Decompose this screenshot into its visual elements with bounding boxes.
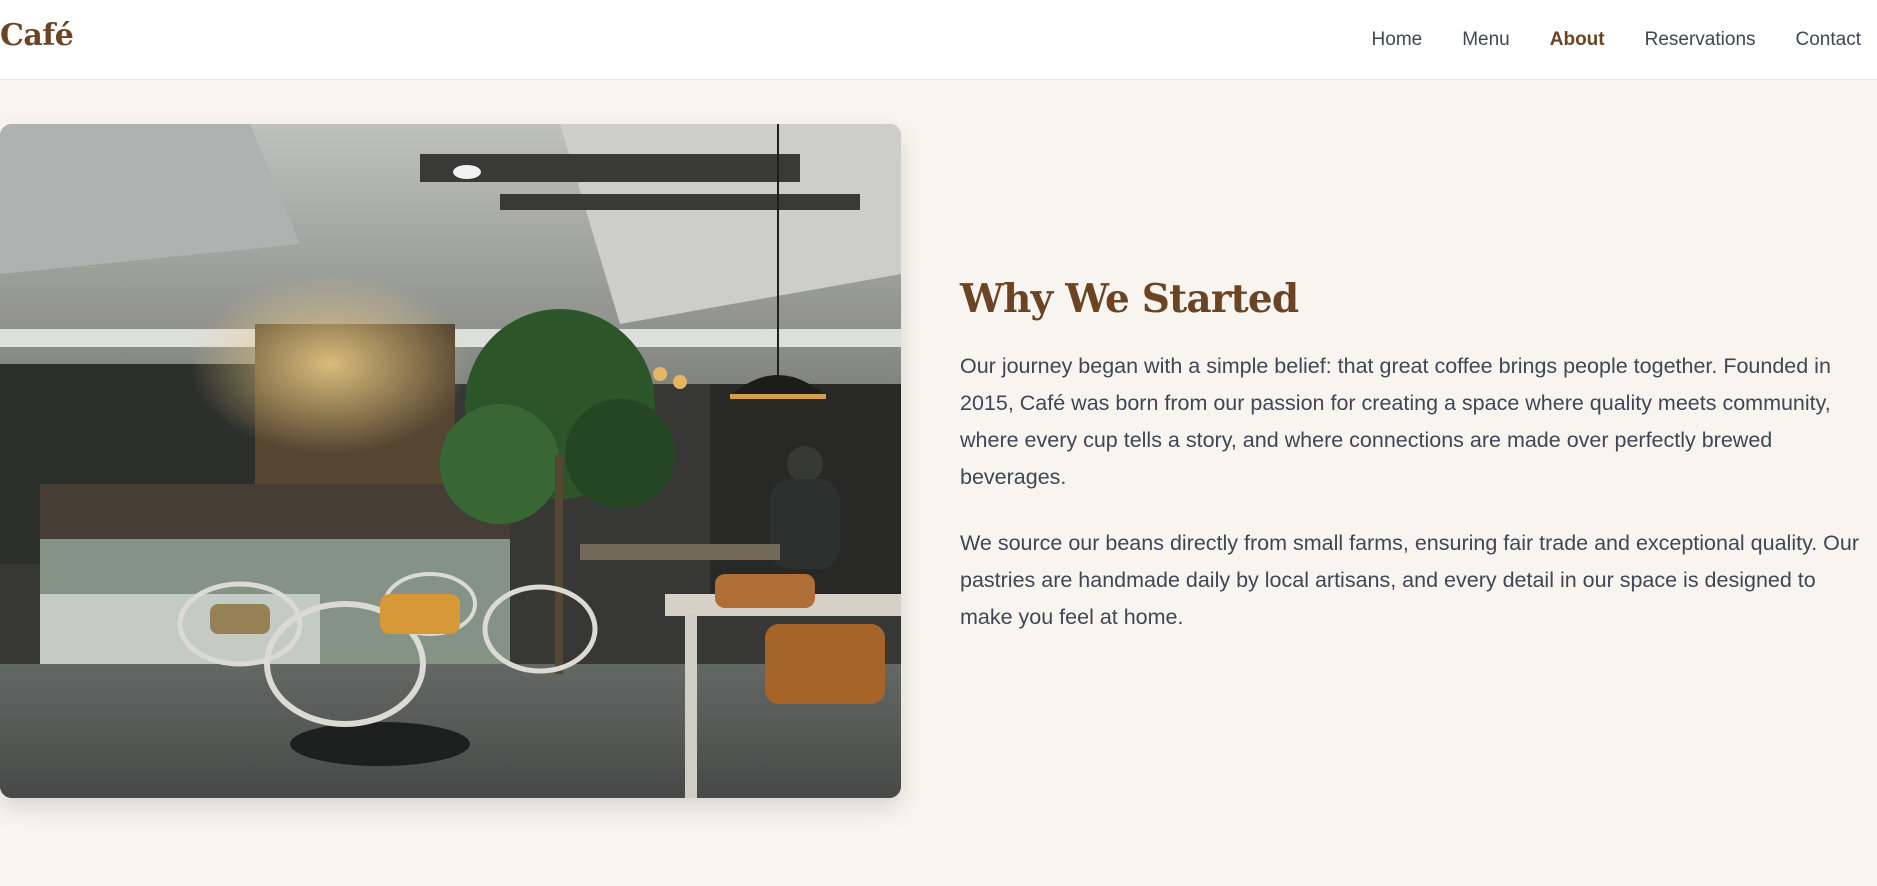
nav-menu[interactable]: Menu: [1462, 29, 1510, 51]
cafe-interior-photo: [0, 124, 901, 798]
about-paragraph-1: Our journey began with a simple belief: …: [960, 354, 1831, 489]
nav-about[interactable]: About: [1550, 29, 1605, 51]
nav-reservations[interactable]: Reservations: [1645, 29, 1756, 51]
about-section: Why We Started Our journey began with a …: [960, 276, 1860, 665]
site-header: Café Home Menu About Reservations Contac…: [0, 0, 1877, 80]
about-paragraph-2: We source our beans directly from small …: [960, 531, 1860, 629]
logo[interactable]: Café: [0, 18, 74, 53]
main-nav: Home Menu About Reservations Contact: [1372, 0, 1861, 80]
nav-contact[interactable]: Contact: [1796, 29, 1861, 51]
nav-home[interactable]: Home: [1372, 29, 1423, 51]
section-title: Why We Started: [960, 276, 1299, 322]
